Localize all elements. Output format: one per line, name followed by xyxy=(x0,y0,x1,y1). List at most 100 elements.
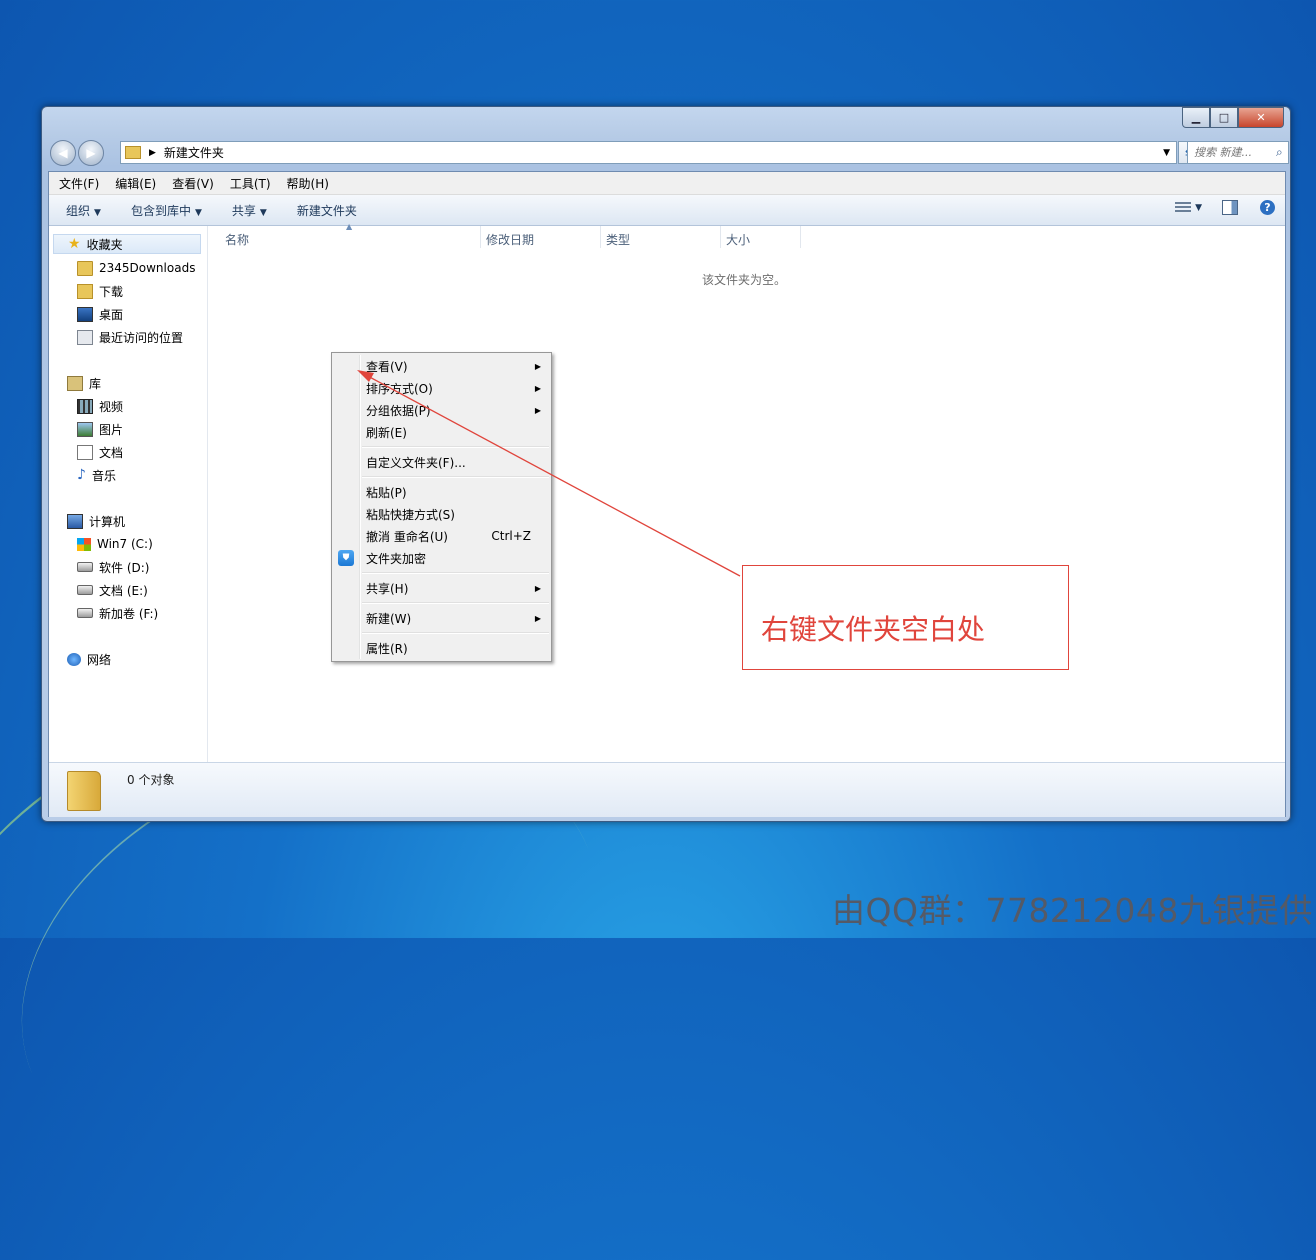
nav-item-pictures[interactable]: 图片 xyxy=(77,419,123,439)
include-label: 包含到库中 xyxy=(130,203,191,218)
nav-label: 下载 xyxy=(99,284,124,299)
search-icon[interactable]: ⌕ xyxy=(1276,145,1283,160)
forward-button[interactable]: ▶ xyxy=(78,140,104,166)
menu-item-paste[interactable]: 粘贴(P) xyxy=(334,481,549,503)
nav-label: 计算机 xyxy=(89,514,126,529)
menu-label: 属性(R) xyxy=(366,641,408,656)
nav-item-recent[interactable]: 最近访问的位置 xyxy=(77,327,183,347)
nav-item-desktop[interactable]: 桌面 xyxy=(77,304,123,324)
address-path[interactable]: 新建文件夹 xyxy=(164,144,224,161)
downloads-icon xyxy=(77,283,93,299)
menu-view[interactable]: 查看(V) xyxy=(172,175,214,192)
menu-item-undo-rename[interactable]: 撤消 重命名(U) Ctrl+Z xyxy=(334,525,549,547)
column-divider[interactable] xyxy=(720,226,721,248)
menu-item-customize[interactable]: 自定义文件夹(F)... xyxy=(334,451,549,473)
menu-label: 撤消 重命名(U) xyxy=(366,529,448,544)
navigation-bar: ◀ ▶ ▶ 新建文件夹 ▼ ⇆ ⌕ xyxy=(50,137,1289,167)
column-divider[interactable] xyxy=(800,226,801,248)
chevron-right-icon: ▶ xyxy=(149,147,156,158)
nav-label: 收藏夹 xyxy=(86,237,123,252)
nav-item-2345downloads[interactable]: 2345Downloads xyxy=(77,258,195,278)
menu-label: 文件夹加密 xyxy=(366,551,427,566)
document-icon xyxy=(77,444,93,460)
menu-item-encrypt[interactable]: ⛊ 文件夹加密 xyxy=(334,547,549,569)
watermark: 由QQ群：778212048九银提供 xyxy=(832,891,1313,930)
include-in-library-button[interactable]: 包含到库中 ▼ xyxy=(131,202,202,219)
minimize-button[interactable]: ▁ xyxy=(1182,107,1210,128)
picture-icon xyxy=(77,421,93,437)
search-box[interactable]: ⌕ xyxy=(1187,141,1289,164)
nav-libraries[interactable]: 库 xyxy=(67,373,101,393)
library-icon xyxy=(67,375,83,391)
menu-help[interactable]: 帮助(H) xyxy=(287,175,329,192)
new-folder-button[interactable]: 新建文件夹 xyxy=(297,202,357,219)
menu-edit[interactable]: 编辑(E) xyxy=(115,175,156,192)
menu-item-group[interactable]: 分组依据(P) ▶ xyxy=(334,399,549,421)
menu-item-share[interactable]: 共享(H) ▶ xyxy=(334,577,549,599)
annotation-callout: 右键文件夹空白处 xyxy=(742,565,1069,670)
nav-item-downloads[interactable]: 下载 xyxy=(77,281,123,301)
folder-icon xyxy=(125,146,141,159)
nav-label: 2345Downloads xyxy=(99,261,196,275)
column-size[interactable]: 大小 xyxy=(726,231,750,248)
nav-item-videos[interactable]: 视频 xyxy=(77,396,123,416)
nav-item-documents[interactable]: 文档 xyxy=(77,442,123,462)
menu-separator xyxy=(362,602,549,604)
menu-file[interactable]: 文件(F) xyxy=(59,175,99,192)
share-button[interactable]: 共享 ▼ xyxy=(232,202,267,219)
nav-item-drive-e[interactable]: 文档 (E:) xyxy=(77,580,148,600)
explorer-window: ▁ □ ✕ ◀ ▶ ▶ 新建文件夹 ▼ ⇆ ⌕ 文件(F) 编辑(E) 查看(V… xyxy=(41,106,1291,822)
search-input[interactable] xyxy=(1192,145,1276,160)
column-divider[interactable] xyxy=(480,226,481,248)
nav-item-drive-c[interactable]: Win7 (C:) xyxy=(77,534,153,554)
nav-label: 新加卷 (F:) xyxy=(99,606,159,621)
menu-item-new[interactable]: 新建(W) ▶ xyxy=(334,607,549,629)
item-count: 0 个对象 xyxy=(127,773,175,787)
column-divider[interactable] xyxy=(600,226,601,248)
preview-pane-icon[interactable] xyxy=(1222,200,1238,215)
submenu-arrow-icon: ▶ xyxy=(534,383,541,393)
nav-item-music[interactable]: ♪ 音乐 xyxy=(77,465,116,485)
menu-item-properties[interactable]: 属性(R) xyxy=(334,637,549,659)
navigation-pane: ★ 收藏夹 2345Downloads 下载 桌面 最近访问的位置 库 视频 图… xyxy=(49,226,208,762)
column-type[interactable]: 类型 xyxy=(606,231,630,248)
nav-network[interactable]: 网络 xyxy=(67,649,111,669)
menu-label: 共享(H) xyxy=(366,581,409,596)
help-icon[interactable]: ? xyxy=(1260,200,1275,215)
submenu-arrow-icon: ▶ xyxy=(534,613,541,623)
video-icon xyxy=(77,398,93,414)
menu-item-sort[interactable]: 排序方式(O) ▶ xyxy=(334,377,549,399)
nav-favorites[interactable]: ★ 收藏夹 xyxy=(53,234,201,254)
menu-label: 查看(V) xyxy=(366,359,408,374)
organize-button[interactable]: 组织 ▼ xyxy=(66,202,101,219)
recent-places-icon xyxy=(77,329,93,345)
view-options-icon[interactable] xyxy=(1175,201,1192,214)
menu-item-paste-shortcut[interactable]: 粘贴快捷方式(S) xyxy=(334,503,549,525)
close-button[interactable]: ✕ xyxy=(1238,107,1284,128)
menu-tools[interactable]: 工具(T) xyxy=(230,175,271,192)
nav-item-drive-d[interactable]: 软件 (D:) xyxy=(77,557,149,577)
sort-arrow-icon: ▲ xyxy=(346,222,353,231)
menu-item-view[interactable]: 查看(V) ▶ xyxy=(334,355,549,377)
menu-label: 自定义文件夹(F)... xyxy=(366,455,466,470)
nav-label: 图片 xyxy=(99,422,124,437)
address-bar[interactable]: ▶ 新建文件夹 ▼ xyxy=(120,141,1177,164)
context-menu: 查看(V) ▶ 排序方式(O) ▶ 分组依据(P) ▶ 刷新(E) 自定义文件夹… xyxy=(331,352,552,662)
menu-item-refresh[interactable]: 刷新(E) xyxy=(334,421,549,443)
music-icon: ♪ xyxy=(77,467,86,483)
nav-item-drive-f[interactable]: 新加卷 (F:) xyxy=(77,603,158,623)
maximize-button[interactable]: □ xyxy=(1210,107,1238,128)
column-name[interactable]: 名称 xyxy=(225,231,249,248)
nav-label: 最近访问的位置 xyxy=(99,330,184,345)
callout-text: 右键文件夹空白处 xyxy=(761,613,986,646)
back-button[interactable]: ◀ xyxy=(50,140,76,166)
chevron-down-icon[interactable]: ▼ xyxy=(1195,203,1202,213)
submenu-arrow-icon: ▶ xyxy=(534,583,541,593)
folder-icon xyxy=(77,260,93,276)
column-date[interactable]: 修改日期 xyxy=(486,231,534,248)
nav-label: 网络 xyxy=(87,652,112,667)
window-controls: ▁ □ ✕ xyxy=(1182,107,1284,128)
chevron-down-icon: ▼ xyxy=(259,207,267,218)
nav-computer[interactable]: 计算机 xyxy=(67,511,125,531)
chevron-down-icon[interactable]: ▼ xyxy=(1163,148,1170,158)
